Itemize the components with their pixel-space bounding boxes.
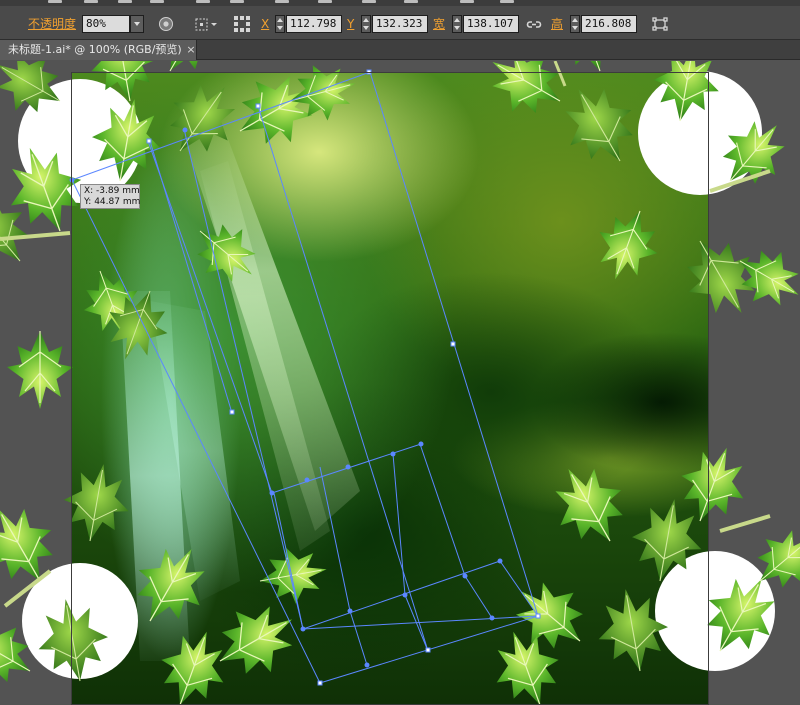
y-stepper[interactable] (361, 15, 371, 33)
width-label[interactable]: 宽 (433, 15, 445, 33)
height-label[interactable]: 高 (551, 15, 563, 33)
tooltip-y-value: Y: 44.87 mm (84, 197, 141, 207)
opacity-dropdown-button[interactable] (130, 15, 144, 33)
height-stepper[interactable] (570, 15, 580, 33)
width-input[interactable]: 138.107 (463, 15, 519, 33)
transform-reference-point-icon[interactable] (193, 13, 223, 35)
x-stepper[interactable] (275, 15, 285, 33)
constrain-proportions-icon[interactable] (523, 13, 545, 35)
document-tab[interactable]: 未标题-1.ai* @ 100% (RGB/预览) (0, 40, 197, 60)
coordinate-tooltip: X: -3.89 mm Y: 44.87 mm (80, 184, 140, 209)
opacity-label[interactable]: 不透明度 (28, 15, 76, 33)
artwork-layer (0, 61, 800, 705)
close-tab-button[interactable]: × (185, 40, 197, 60)
canvas-area[interactable]: X: -3.89 mm Y: 44.87 mm (0, 61, 800, 705)
opacity-input[interactable]: 80% (82, 15, 130, 33)
illustrator-window: 不透明度 80% X 112.798 Y 132.323 宽 138.107 高… (0, 0, 800, 705)
recolor-artwork-icon[interactable] (155, 13, 177, 35)
y-input[interactable]: 132.323 (372, 15, 428, 33)
transform-icon[interactable] (649, 13, 671, 35)
control-bar: 不透明度 80% X 112.798 Y 132.323 宽 138.107 高… (0, 0, 800, 40)
align-icon[interactable] (231, 13, 253, 35)
x-input[interactable]: 112.798 (286, 15, 342, 33)
width-stepper[interactable] (452, 15, 462, 33)
y-label[interactable]: Y (347, 15, 354, 33)
menu-bar[interactable] (0, 0, 800, 6)
tooltip-x-value: X: -3.89 mm (84, 186, 140, 196)
height-input[interactable]: 216.808 (581, 15, 637, 33)
document-tab-bar: 未标题-1.ai* @ 100% (RGB/预览) × (0, 40, 800, 60)
x-label[interactable]: X (261, 15, 269, 33)
document-tab-title: 未标题-1.ai* @ 100% (RGB/预览) (8, 43, 182, 56)
